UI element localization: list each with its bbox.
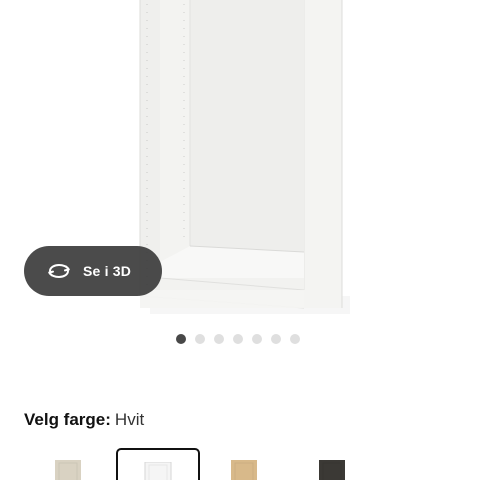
- color-picker-prefix: Velg farge:: [24, 410, 111, 429]
- carousel-dot[interactable]: [214, 334, 224, 344]
- product-page: Se i 3D Velg farge: Hvit: [0, 0, 480, 480]
- color-picker-heading: Velg farge: Hvit: [24, 410, 144, 430]
- carousel-dot[interactable]: [252, 334, 262, 344]
- view-in-3d-label: Se i 3D: [83, 263, 132, 279]
- selected-color-value: Hvit: [114, 410, 145, 429]
- carousel-dot[interactable]: [290, 334, 300, 344]
- wardrobe-swatch-icon: [231, 460, 257, 480]
- color-swatch-black-brown[interactable]: [290, 448, 374, 480]
- color-swatch-white[interactable]: [116, 448, 200, 480]
- carousel-dot[interactable]: [195, 334, 205, 344]
- wardrobe-swatch-icon: [144, 462, 172, 480]
- image-carousel-dots: [176, 334, 300, 344]
- wardrobe-swatch-icon: [55, 460, 81, 480]
- color-swatch-white-stained-oak[interactable]: [26, 448, 110, 480]
- carousel-dot[interactable]: [176, 334, 186, 344]
- carousel-dot[interactable]: [233, 334, 243, 344]
- carousel-dot[interactable]: [271, 334, 281, 344]
- color-swatches: [0, 446, 480, 480]
- view-in-3d-button[interactable]: Se i 3D: [24, 246, 162, 296]
- color-swatch-oak-effect[interactable]: [202, 448, 286, 480]
- wardrobe-swatch-icon: [319, 460, 345, 480]
- rotate-3d-icon: [45, 261, 73, 281]
